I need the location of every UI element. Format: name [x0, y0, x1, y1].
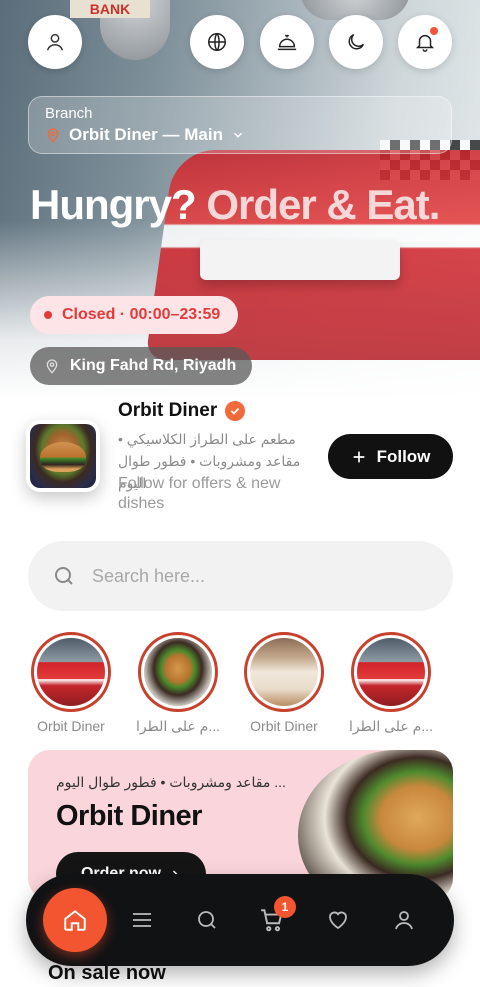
restaurant-name: Orbit Diner — [118, 400, 218, 421]
search-bar[interactable] — [28, 541, 453, 611]
user-icon — [46, 33, 64, 51]
bottom-navigation: 1 — [26, 874, 454, 966]
promo-title: Orbit Diner — [56, 800, 202, 832]
location-pin-icon — [46, 359, 58, 374]
profile-button[interactable] — [28, 15, 82, 69]
moon-icon — [348, 33, 365, 50]
language-button[interactable] — [190, 15, 244, 69]
nav-cart-button[interactable]: 1 — [248, 896, 296, 944]
story-image — [357, 638, 425, 706]
hero-title: Hungry? Order & Eat. — [30, 182, 450, 228]
status-badge: Closed · 00:00–23:59 — [30, 296, 239, 334]
story-label: ...م على الطرا — [348, 718, 434, 734]
call-waiter-button[interactable] — [260, 15, 314, 69]
story-item[interactable]: Orbit Diner — [244, 632, 324, 734]
burger-image — [30, 424, 96, 488]
branch-label: Branch — [45, 105, 93, 122]
branch-selector[interactable]: Branch Orbit Diner — Main — [28, 96, 452, 154]
status-dot — [44, 311, 52, 319]
heart-icon — [329, 911, 347, 930]
story-item[interactable]: Orbit Diner — [31, 632, 111, 734]
nav-favorites-button[interactable] — [314, 896, 362, 944]
hero-title-rest: Order & Eat. — [195, 181, 440, 228]
chevron-down-icon — [233, 132, 242, 138]
service-bell-icon — [277, 34, 297, 51]
status-text: Closed · 00:00–23:59 — [62, 306, 221, 323]
nav-menu-button[interactable] — [118, 896, 166, 944]
follow-button[interactable]: Follow — [328, 434, 453, 479]
location-badge[interactable]: King Fahd Rd, Riyadh — [30, 347, 253, 385]
globe-icon — [208, 33, 226, 51]
search-icon — [55, 567, 73, 585]
story-item[interactable]: ...م على الطرا — [136, 632, 220, 735]
story-label: Orbit Diner — [37, 718, 105, 734]
notification-dot — [430, 27, 438, 35]
branch-name: Orbit Diner — Main — [69, 125, 223, 144]
profile-icon — [395, 911, 413, 930]
follow-hint: Follow for offers & new dishes — [118, 475, 281, 512]
cart-count-badge: 1 — [274, 896, 296, 918]
search-input[interactable] — [92, 565, 392, 587]
location-pin-icon — [47, 128, 59, 143]
diner-table-image — [200, 240, 400, 280]
story-ring — [31, 632, 111, 712]
story-label: ...م على الطرا — [135, 718, 221, 734]
search-icon — [198, 911, 216, 929]
restaurant-name-row: Orbit Diner — [118, 400, 246, 422]
home-icon — [64, 910, 86, 931]
menu-icon — [133, 913, 151, 927]
story-item[interactable]: ...م على الطرا — [349, 632, 433, 735]
location-text: King Fahd Rd, Riyadh — [70, 357, 237, 374]
story-image — [250, 638, 318, 706]
nav-home-button[interactable] — [43, 888, 107, 952]
follow-label: Follow — [376, 446, 431, 466]
story-ring — [351, 632, 431, 712]
wall-sign: BANK — [70, 0, 150, 18]
verified-icon — [225, 401, 246, 421]
story-label: Orbit Diner — [250, 718, 318, 734]
promo-description: ... مقاعد ومشروبات • فطور طوال اليوم — [56, 774, 286, 790]
story-ring — [244, 632, 324, 712]
dark-mode-toggle[interactable] — [329, 15, 383, 69]
story-image — [37, 638, 105, 706]
hero-title-highlight: Hungry? — [30, 181, 197, 228]
nav-search-button[interactable] — [183, 896, 231, 944]
story-ring — [138, 632, 218, 712]
notifications-button[interactable] — [398, 15, 452, 69]
restaurant-logo — [26, 420, 100, 492]
nav-profile-button[interactable] — [380, 896, 428, 944]
plus-icon — [353, 451, 364, 462]
story-image — [144, 638, 212, 706]
